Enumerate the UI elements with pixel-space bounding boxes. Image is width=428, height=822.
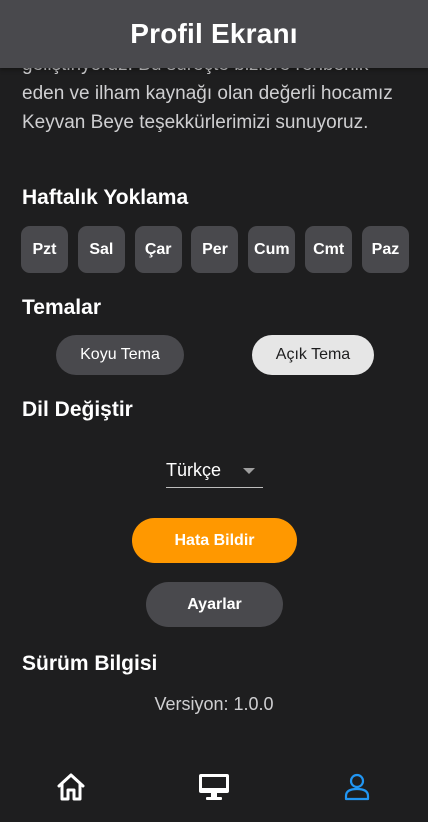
attendance-title: Haftalık Yoklama [22,186,189,209]
language-title: Dil Değiştir [22,398,133,421]
day-button-pzt[interactable]: Pzt [21,226,68,273]
nav-item-home[interactable] [41,757,101,817]
bottom-navigation [0,752,428,822]
profile-screen: geliştiriyoruz. Bu süreçte bizlere rehbe… [0,0,428,822]
dark-theme-button[interactable]: Koyu Tema [56,335,184,375]
day-button-car[interactable]: Çar [134,226,182,273]
day-button-paz[interactable]: Paz [361,226,409,273]
nav-item-monitor[interactable] [184,757,244,817]
day-button-per[interactable]: Per [191,226,239,273]
app-bar: Profil Ekranı [0,0,428,68]
nav-item-profile[interactable] [327,757,387,817]
language-dropdown[interactable]: Türkçe [166,454,263,488]
day-button-sal[interactable]: Sal [77,226,125,273]
scroll-content[interactable]: geliştiriyoruz. Bu süreçte bizlere rehbe… [0,0,428,752]
language-selected-value: Türkçe [166,460,222,480]
light-theme-button[interactable]: Açık Tema [252,335,374,375]
version-title: Sürüm Bilgisi [22,652,158,675]
report-bug-button[interactable]: Hata Bildir [132,518,297,563]
day-button-cmt[interactable]: Cmt [305,226,353,273]
page-title: Profil Ekranı [130,18,298,49]
person-icon [344,773,369,801]
home-icon [57,773,85,801]
monitor-icon [198,774,229,800]
day-button-cum[interactable]: Cum [248,226,296,273]
settings-button[interactable]: Ayarlar [146,582,283,627]
themes-title: Temalar [22,296,101,319]
version-text: Versiyon: 1.0.0 [154,694,274,714]
dropdown-arrow-icon [243,467,255,474]
attendance-days: Pzt Sal Çar Per Cum Cmt Paz [21,226,409,273]
